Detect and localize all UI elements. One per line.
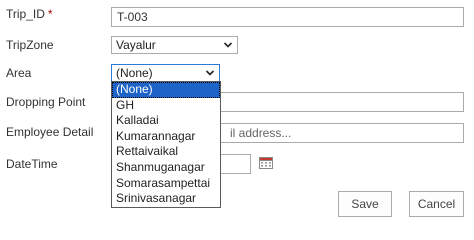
employee-detail-placeholder: il address... [230, 126, 292, 140]
area-option[interactable]: Kumarannagar [112, 129, 220, 145]
employee-detail-label: Employee Detail [6, 125, 94, 139]
trip-zone-label: TripZone [6, 38, 54, 52]
area-option[interactable]: GH [112, 98, 220, 114]
save-button[interactable]: Save [338, 191, 392, 217]
area-label: Area [6, 66, 32, 80]
trip-id-value: T-003 [117, 10, 148, 24]
area-select[interactable]: (None) [111, 64, 220, 82]
trip-id-input[interactable]: T-003 [111, 7, 464, 27]
area-dropdown-list[interactable]: (None) GH Kalladai Kumarannagar Rettaiva… [111, 81, 221, 208]
area-value: (None) [116, 66, 153, 80]
trip-zone-value: Vayalur [116, 38, 156, 52]
area-option[interactable]: (None) [112, 82, 220, 98]
area-option[interactable]: Somarasampettai [112, 176, 220, 192]
area-option[interactable]: Kalladai [112, 113, 220, 129]
area-option[interactable]: Shanmuganagar [112, 160, 220, 176]
calendar-icon[interactable] [259, 157, 273, 169]
datetime-label: DateTime [6, 157, 58, 171]
dropping-point-label: Dropping Point [6, 95, 86, 109]
area-option[interactable]: Rettaivaikal [112, 144, 220, 160]
chevron-down-icon [223, 42, 233, 48]
cancel-button[interactable]: Cancel [409, 191, 464, 217]
trip-zone-select[interactable]: Vayalur [111, 36, 238, 54]
trip-id-label: Trip_ID * [6, 7, 53, 21]
area-option[interactable]: Srinivasanagar [112, 191, 220, 207]
required-asterisk: * [47, 7, 53, 21]
chevron-down-icon [205, 70, 215, 76]
